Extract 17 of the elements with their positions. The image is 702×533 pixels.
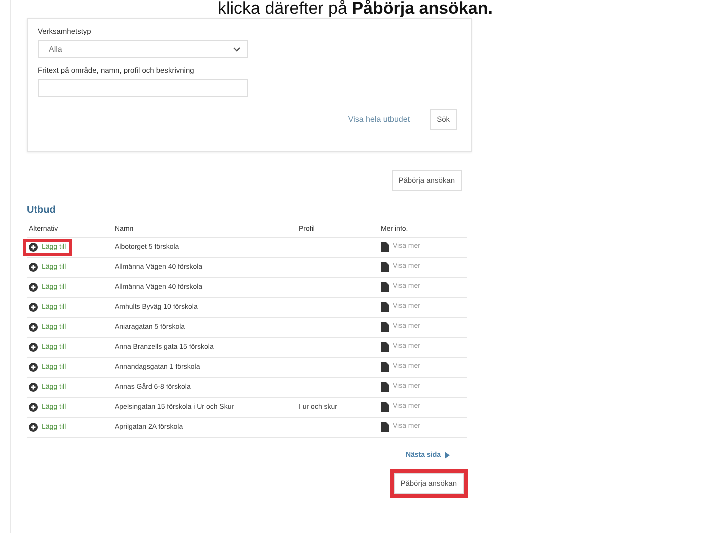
plus-circle-icon [29,423,38,432]
search-field[interactable] [38,79,248,97]
plus-circle-icon [29,403,38,412]
instruction-text: klicka därefter på Påbörja ansökan. [218,0,493,17]
plus-circle-icon [29,283,38,292]
plus-circle-icon [29,383,38,392]
plus-circle-icon [29,303,38,312]
show-all-link[interactable]: Visa hela utbudet [348,115,410,124]
plus-circle-icon [29,263,38,272]
plus-circle-icon [29,363,38,372]
caret-icon [445,452,450,459]
section-title: Utbud [27,205,57,216]
plus-circle-icon [29,243,38,252]
chevron-icon [233,46,241,52]
plus-circle-icon [29,323,38,332]
type-dropdown[interactable]: Alla [38,40,248,58]
plus-circle-icon [29,343,38,352]
